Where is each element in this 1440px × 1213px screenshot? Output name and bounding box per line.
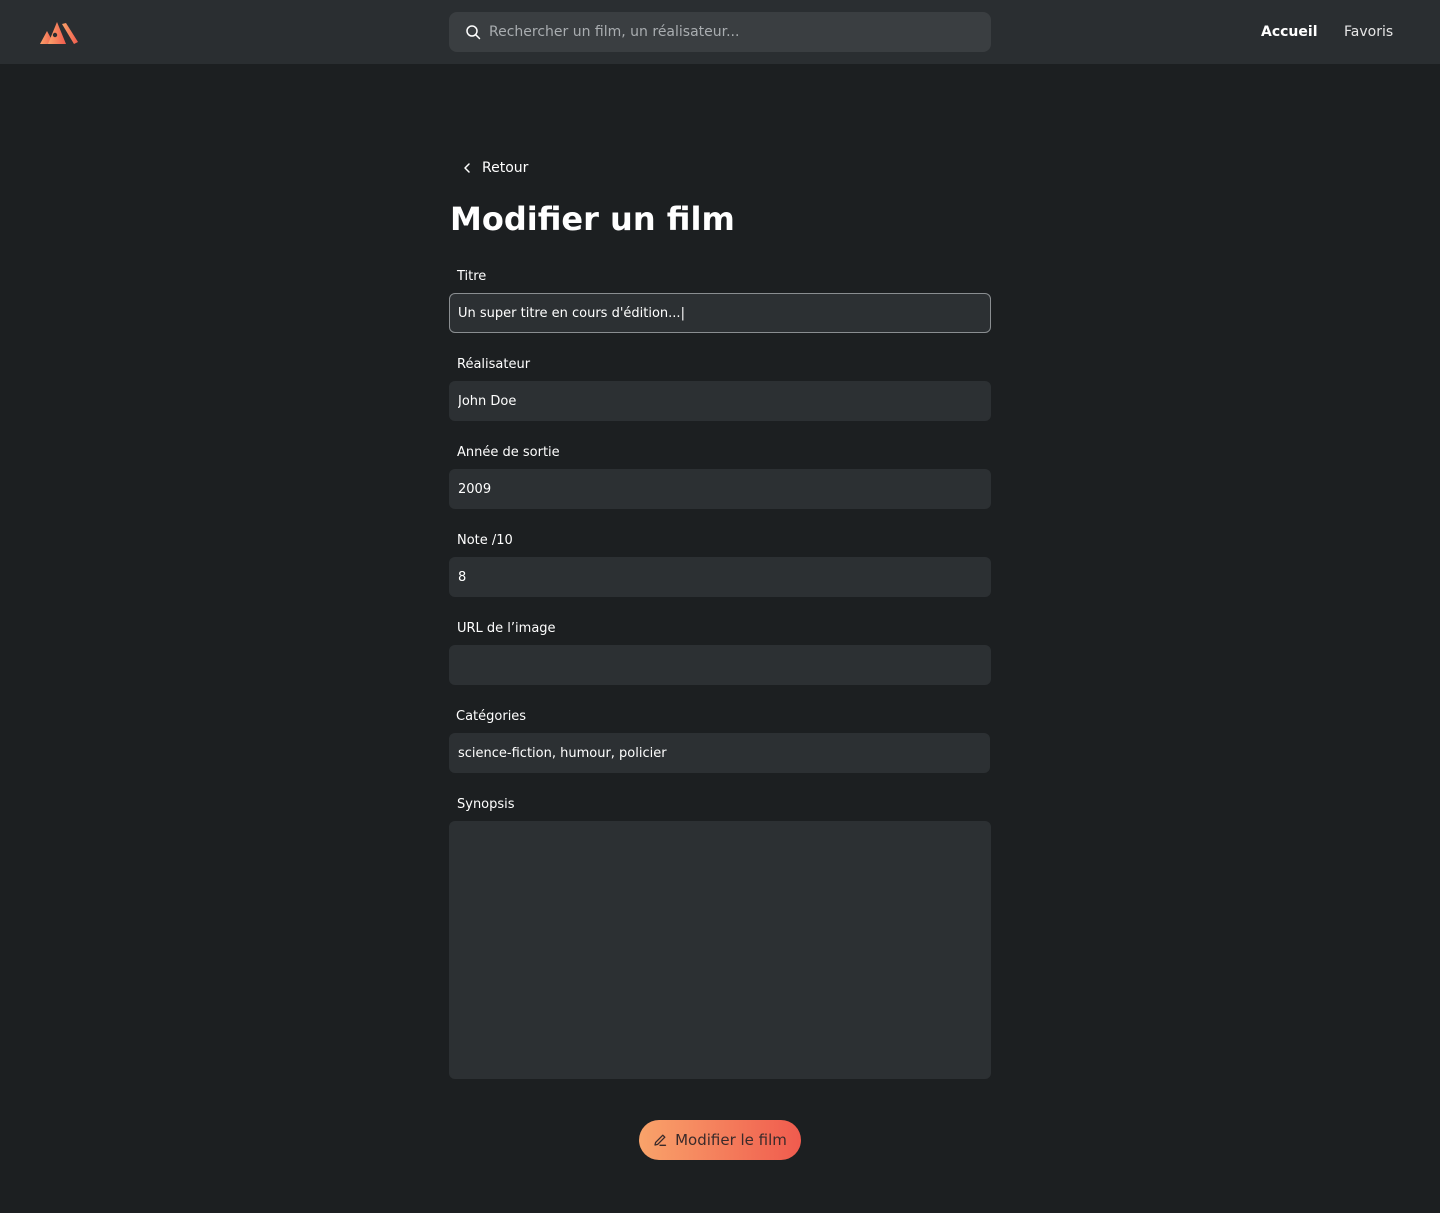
- page-title: Modifier un film: [450, 200, 735, 238]
- title-label: Titre: [457, 269, 487, 284]
- synopsis-textarea[interactable]: [449, 821, 991, 1079]
- modify-film-label: Modifier le film: [675, 1131, 787, 1149]
- rating-label: Note /10: [457, 533, 513, 548]
- year-input[interactable]: [449, 469, 991, 509]
- image-url-label: URL de l’image: [457, 621, 556, 636]
- search-icon: [465, 24, 481, 40]
- year-label: Année de sortie: [457, 445, 560, 460]
- director-input[interactable]: [449, 381, 991, 421]
- pencil-icon: [653, 1133, 667, 1147]
- back-link[interactable]: Retour: [460, 156, 528, 180]
- title-input[interactable]: [449, 293, 991, 333]
- back-label: Retour: [482, 160, 529, 176]
- chevron-left-icon: [460, 161, 474, 175]
- modify-film-button[interactable]: Modifier le film: [639, 1120, 801, 1160]
- nav-home[interactable]: Accueil: [1261, 0, 1318, 64]
- director-label: Réalisateur: [457, 357, 531, 372]
- nav-favorites[interactable]: Favoris: [1344, 0, 1393, 64]
- categories-label: Catégories: [456, 709, 527, 724]
- rating-input[interactable]: [449, 557, 991, 597]
- synopsis-label: Synopsis: [457, 797, 515, 812]
- image-url-input[interactable]: [449, 645, 991, 685]
- categories-input[interactable]: [449, 733, 990, 773]
- search-input[interactable]: [489, 24, 991, 40]
- search-bar[interactable]: [449, 12, 991, 52]
- top-bar: Accueil Favoris: [0, 0, 1440, 64]
- logo-icon[interactable]: [38, 18, 80, 46]
